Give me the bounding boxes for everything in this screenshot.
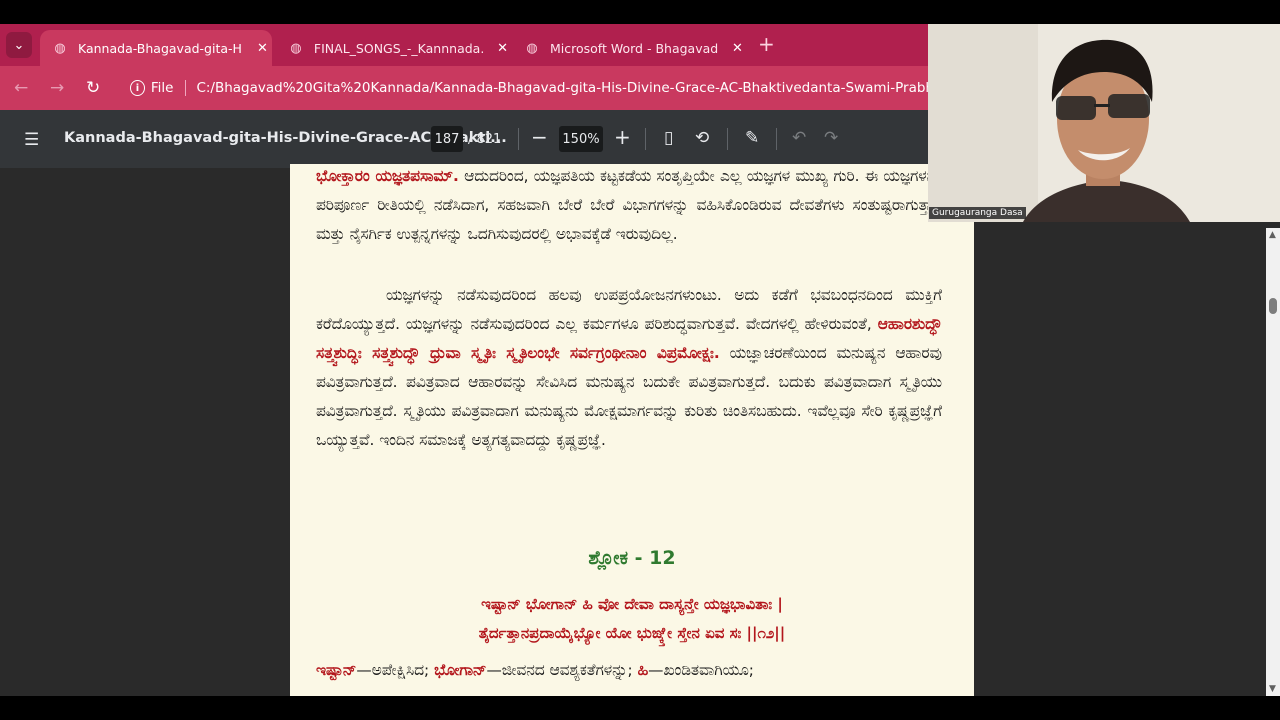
synonym-word: ಹಿ (637, 661, 649, 679)
chevron-down-icon: ⌄ (13, 37, 25, 53)
synonym-meaning: —ಅಪೇಕ್ಷಿಸಿದ; (356, 661, 435, 679)
paragraph-2: ಯಜ್ಞಗಳನ್ನು ನಡೆಸುವುದರಿಂದ ಹಲವು ಉಪಪ್ರಯೋಜನಗಳ… (316, 281, 942, 455)
page-total: / 821 (468, 132, 502, 147)
synonyms: ಇಷ್ಟಾನ್—ಅಪೇಕ್ಷಿಸಿದ; ಭೋಗಾನ್—ಜೀವನದ ಆವಶ್ಯಕತ… (316, 656, 942, 685)
menu-icon[interactable]: ☰ (24, 130, 39, 150)
close-tab-icon[interactable]: ✕ (732, 41, 743, 56)
url-text[interactable]: C:/Bhagavad%20Gita%20Kannada/Kannada-Bha… (196, 80, 936, 96)
globe-icon: ◍ (290, 40, 302, 56)
annotate-pen-icon[interactable]: ✎ (745, 128, 759, 148)
scroll-up-icon[interactable]: ▲ (1269, 230, 1276, 240)
forward-arrow-icon[interactable]: → (50, 78, 64, 98)
rotate-icon[interactable]: ⟲ (695, 128, 709, 148)
reload-icon[interactable]: ↻ (86, 78, 100, 98)
fit-page-icon[interactable]: ▯ (664, 128, 673, 148)
divider (518, 128, 519, 150)
zoom-in-icon[interactable]: + (614, 125, 631, 149)
tab-final-songs[interactable]: ◍ FINAL_SONGS_-_Kannnada.pdf ✕ (276, 30, 508, 66)
back-arrow-icon[interactable]: ← (14, 78, 28, 98)
tab-microsoft-word[interactable]: ◍ Microsoft Word - Bhagavad-Git ✕ (512, 30, 748, 66)
undo-icon[interactable]: ↶ (792, 128, 806, 148)
scheme-label: File (151, 80, 187, 96)
new-tab-icon[interactable]: + (758, 34, 775, 54)
zoom-out-icon[interactable]: − (531, 125, 548, 149)
verse-text: ಇಷ್ಟಾನ್ ಭೋಗಾನ್ ಹಿ ವೋ ದೇವಾ ದಾಸ್ಯನ್ತೇ ಯಜ್ಞ… (290, 590, 974, 648)
top-letterbox (0, 0, 1280, 24)
synonym-meaning: —ಜೀವನದ ಆವಶ್ಯಕತೆಗಳನ್ನು; (486, 661, 638, 679)
webcam-video (928, 24, 1280, 222)
info-icon[interactable]: i (130, 80, 145, 96)
zoom-input[interactable]: 150% (559, 126, 603, 152)
verse-heading: ಶ್ಲೋಕ - 12 (588, 547, 676, 569)
paragraph-text: ಯಜ್ಞಗಳನ್ನು ನಡೆಸುವುದರಿಂದ ಹಲವು ಉಪಪ್ರಯೋಜನಗಳ… (316, 286, 942, 333)
tab-title: Microsoft Word - Bhagavad-Git (550, 40, 718, 56)
tab-title: Kannada-Bhagavad-gita-His-Di (78, 40, 243, 56)
paragraph-1: ಭೋಕ್ತಾರಂ ಯಜ್ಞತಪಸಾಮ್. ಆದುದರಿಂದ, ಯಜ್ಞಪತಿಯ … (316, 164, 942, 249)
synonym-word: ಇಷ್ಟಾನ್ (316, 661, 357, 679)
synonym-meaning: —ಖಂಡಿತವಾಗಿಯೂ; (648, 661, 754, 679)
globe-icon: ◍ (54, 40, 66, 56)
participant-name-label: Gurugauranga Dasa (929, 207, 1026, 219)
scrollbar-thumb[interactable] (1269, 298, 1277, 314)
divider (645, 128, 646, 150)
omnibox[interactable]: i File C:/Bhagavad%20Gita%20Kannada/Kann… (120, 72, 936, 104)
tab-search-button[interactable]: ⌄ (6, 32, 32, 58)
verse-line: ತೈರ್ದತ್ತಾನಪ್ರದಾಯೈಭ್ಯೋ ಯೋ ಭುಙ್ಕ್ತೇ ಸ್ತೇನ … (478, 624, 786, 642)
pdf-page: ಭೋಕ್ತಾರಂ ಯಜ್ಞತಪಸಾಮ್. ಆದುದರಿಂದ, ಯಜ್ಞಪತಿಯ … (290, 164, 974, 696)
sanskrit-quote: ಭೋಕ್ತಾರಂ ಯಜ್ಞತಪಸಾಮ್. (316, 167, 459, 185)
synonym-word: ಭೋಗಾನ್ (434, 661, 487, 679)
divider (727, 128, 728, 150)
tab-title: FINAL_SONGS_-_Kannnada.pdf (313, 40, 483, 56)
globe-icon: ◍ (526, 40, 538, 56)
close-tab-icon[interactable]: ✕ (497, 41, 508, 56)
verse-line: ಇಷ್ಟಾನ್ ಭೋಗಾನ್ ಹಿ ವೋ ದೇವಾ ದಾಸ್ಯನ್ತೇ ಯಜ್ಞ… (481, 595, 783, 613)
redo-icon[interactable]: ↷ (824, 128, 838, 148)
divider (776, 128, 777, 150)
pdf-viewer: ಭೋಕ್ತಾರಂ ಯಜ್ಞತಪಸಾಮ್. ಆದುದರಿಂದ, ಯಜ್ಞಪತಿಯ … (0, 164, 1280, 696)
vertical-scrollbar[interactable]: ▲ ▼ (1266, 228, 1280, 696)
page-number-input[interactable]: 187 (431, 126, 463, 152)
scroll-down-icon[interactable]: ▼ (1269, 684, 1276, 694)
participant-video-icon (928, 24, 1280, 222)
tab-kannada-gita[interactable]: ◍ Kannada-Bhagavad-gita-His-Di ✕ (40, 30, 272, 66)
close-tab-icon[interactable]: ✕ (257, 41, 268, 56)
bottom-letterbox (0, 696, 1280, 720)
